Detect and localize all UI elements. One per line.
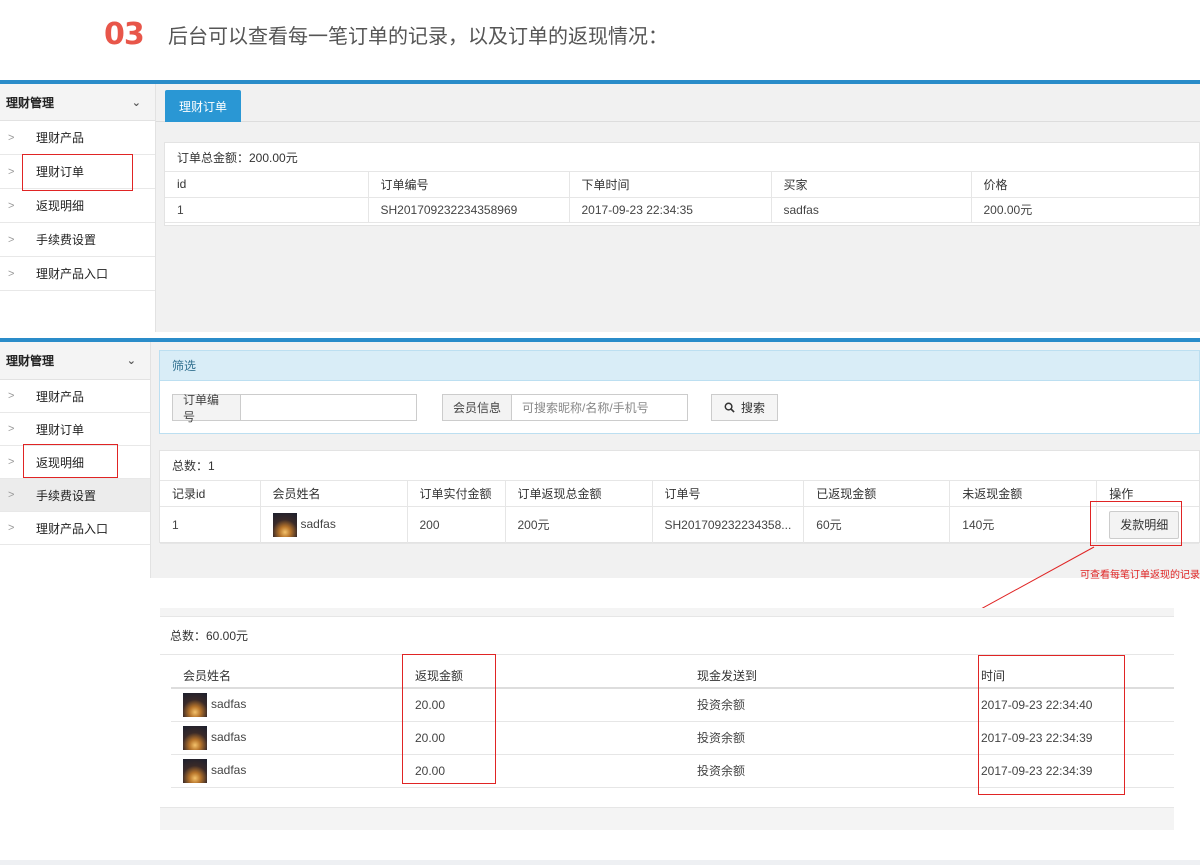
- member-name: sadfas: [211, 762, 247, 777]
- cell: 投资余额: [685, 721, 969, 755]
- cell: 投资余额: [685, 688, 969, 722]
- member-name: sadfas: [211, 696, 247, 711]
- avatar: [183, 725, 207, 750]
- bottom-strip: [0, 860, 1200, 865]
- table-row: sadfas 20.00 投资余额 2017-09-23 22:34:39: [171, 721, 1174, 755]
- payout-detail-panel: 总数：60.00元 会员姓名 返现金额 现金发送到 时间 sadfas 20.0…: [160, 608, 1174, 830]
- member-cell: sadfas: [171, 688, 403, 722]
- member-cell: sadfas: [171, 721, 403, 755]
- cell: 20.00: [403, 688, 685, 722]
- payout-detail-table: 会员姓名 返现金额 现金发送到 时间 sadfas 20.00 投资余额 201…: [171, 663, 1174, 788]
- cell: 2017-09-23 22:34:40: [969, 688, 1174, 722]
- member-cell: sadfas: [171, 754, 403, 788]
- col-header: 返现金额: [403, 663, 685, 689]
- cell: 20.00: [403, 754, 685, 788]
- member-name: sadfas: [211, 729, 247, 744]
- cell: 2017-09-23 22:34:39: [969, 721, 1174, 755]
- cell: 2017-09-23 22:34:39: [969, 754, 1174, 788]
- payout-detail-card: 总数：60.00元 会员姓名 返现金额 现金发送到 时间 sadfas 20.0…: [160, 616, 1174, 808]
- payout-total: 总数：60.00元: [160, 617, 1174, 655]
- avatar: [183, 692, 207, 717]
- cell: 20.00: [403, 721, 685, 755]
- col-header: 时间: [969, 663, 1174, 689]
- cell: 投资余额: [685, 754, 969, 788]
- table-row: sadfas 20.00 投资余额 2017-09-23 22:34:40: [171, 688, 1174, 722]
- col-header: 现金发送到: [685, 663, 969, 689]
- table-row: sadfas 20.00 投资余额 2017-09-23 22:34:39: [171, 754, 1174, 788]
- col-header: 会员姓名: [171, 663, 403, 689]
- avatar: [183, 758, 207, 783]
